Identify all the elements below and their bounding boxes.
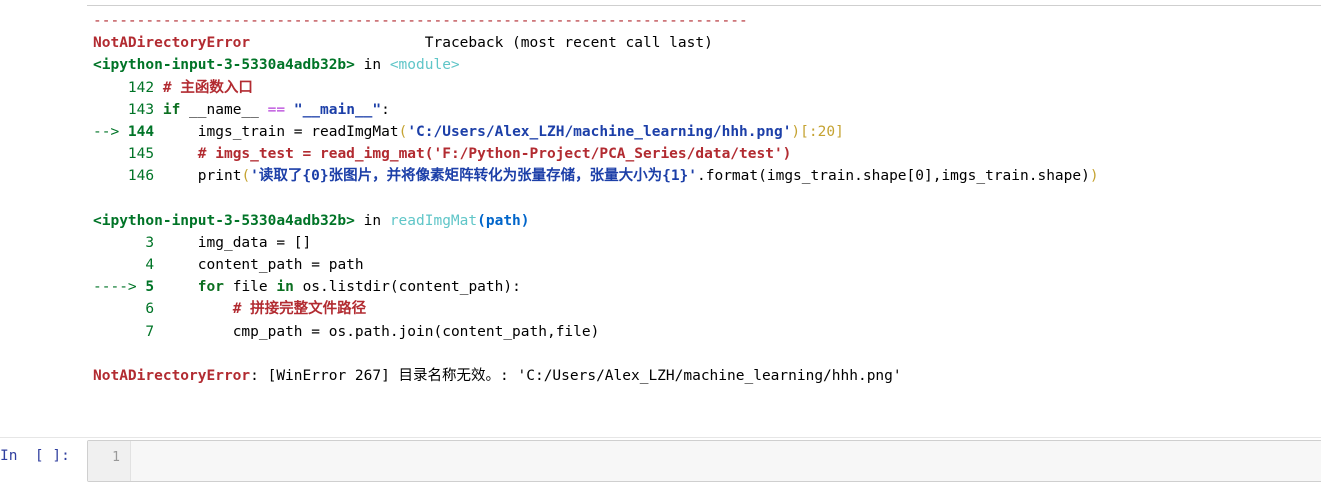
line-number: 4 xyxy=(145,257,155,274)
code-line: 142 # 主函数入口 xyxy=(93,77,1313,99)
line-number: 145 xyxy=(127,146,155,163)
code-line: 143 if __name__ == "__main__": xyxy=(93,99,1313,121)
code-line: 7 cmp_path = os.path.join(content_path,f… xyxy=(93,321,1313,343)
code-text: .format(imgs_train.shape[0],imgs_train.s… xyxy=(697,168,1090,185)
paren: ( xyxy=(241,168,251,185)
input-cell[interactable]: In [ ]: 1 xyxy=(0,437,1321,482)
code-text: __name__ xyxy=(180,101,268,118)
line-number: 5 xyxy=(145,279,155,296)
code-line: 6 # 拼接完整文件路径 xyxy=(93,298,1313,320)
traceback-separator: ----------------------------------------… xyxy=(93,13,748,29)
final-error-line: NotADirectoryError: [WinError 267] 目录名称无… xyxy=(93,365,1313,387)
code-text: cmp_path = os.path.join(content_path,fil… xyxy=(232,323,600,340)
line-prefix xyxy=(93,146,128,162)
code-comment: # 主函数入口 xyxy=(162,79,253,96)
keyword-for: for xyxy=(197,279,224,296)
paren: ) xyxy=(791,123,801,140)
code-line: 4 content_path = path xyxy=(93,254,1313,276)
operator: == xyxy=(267,101,286,118)
line-prefix xyxy=(93,80,128,96)
line-prefix xyxy=(93,102,128,118)
code-comment: # imgs_test = read_img_mat('F:/Python-Pr… xyxy=(197,146,792,163)
frame-func: <module> xyxy=(389,57,460,74)
frame-header: <ipython-input-3-5330a4adb32b> in readIm… xyxy=(93,210,1313,232)
code-editor[interactable]: 1 xyxy=(87,440,1321,482)
line-prefix xyxy=(93,324,145,340)
code-text: print xyxy=(197,168,242,185)
line-prefix xyxy=(93,168,128,184)
frame-in-word: in xyxy=(354,212,390,229)
paren: ( xyxy=(398,123,408,140)
keyword-in: in xyxy=(276,279,294,296)
string-literal: '读取了{0}张图片，并将像素矩阵转化为张量存储，张量大小为{1}' xyxy=(250,168,698,185)
code-comment: # 拼接完整文件路径 xyxy=(232,301,367,318)
frame-file: <ipython-input-3-5330a4adb32b> xyxy=(93,57,355,74)
frame-header: <ipython-input-3-5330a4adb32b> in <modul… xyxy=(93,54,1313,76)
traceback-output: ----------------------------------------… xyxy=(93,10,1313,387)
code-line: 3 img_data = [] xyxy=(93,232,1313,254)
keyword-if: if xyxy=(162,101,181,118)
code-line-current: ----> 5 for file in os.listdir(content_p… xyxy=(93,276,1313,298)
code-line-current: --> 144 imgs_train = readImgMat('C:/User… xyxy=(93,121,1313,143)
error-name: NotADirectoryError xyxy=(93,35,251,52)
line-prefix xyxy=(93,301,145,317)
slice: [:20] xyxy=(800,123,844,140)
frame-in-word: in xyxy=(354,57,390,74)
code-text: : xyxy=(381,101,390,118)
traceback-header: NotADirectoryError Traceback (most recen… xyxy=(93,32,1313,54)
code-text: os.listdir(content_path): xyxy=(293,279,521,296)
code-line: 146 print('读取了{0}张图片，并将像素矩阵转化为张量存储，张量大小为… xyxy=(93,165,1313,187)
traceback-header-text: Traceback (most recent call last) xyxy=(424,35,713,52)
line-number: 142 xyxy=(127,79,155,96)
line-number: 3 xyxy=(145,234,155,251)
frame-file: <ipython-input-3-5330a4adb32b> xyxy=(93,212,355,229)
frame-func: readImgMat xyxy=(389,212,478,229)
final-error-message: : [WinError 267] 目录名称无效。: 'C:/Users/Alex… xyxy=(250,368,902,384)
string-literal: 'C:/Users/Alex_LZH/machine_learning/hhh.… xyxy=(407,123,792,140)
final-error-name: NotADirectoryError xyxy=(93,368,251,384)
code-text: imgs_train = readImgMat xyxy=(197,123,399,140)
line-prefix xyxy=(93,257,145,273)
paren: ) xyxy=(1089,168,1099,185)
code-text: img_data = [] xyxy=(197,234,312,251)
code-line: 145 # imgs_test = read_img_mat('F:/Pytho… xyxy=(93,143,1313,165)
code-text: content_path = path xyxy=(197,257,364,274)
input-prompt: In [ ]: xyxy=(0,448,70,464)
line-number: 143 xyxy=(127,101,155,118)
code-text: file xyxy=(223,279,277,296)
line-number: 6 xyxy=(145,301,155,318)
line-number: 146 xyxy=(127,168,155,185)
line-number: 7 xyxy=(145,323,155,340)
current-line-arrow: ----> xyxy=(93,279,146,296)
current-line-arrow: --> xyxy=(93,123,128,140)
string-literal: "__main__" xyxy=(293,101,382,118)
output-cell-border xyxy=(87,0,1321,6)
editor-line-number: 1 xyxy=(112,450,120,465)
line-number: 144 xyxy=(127,123,155,140)
line-prefix xyxy=(93,235,145,251)
line-gutter: 1 xyxy=(88,441,131,481)
frame-args: (path) xyxy=(477,212,530,229)
